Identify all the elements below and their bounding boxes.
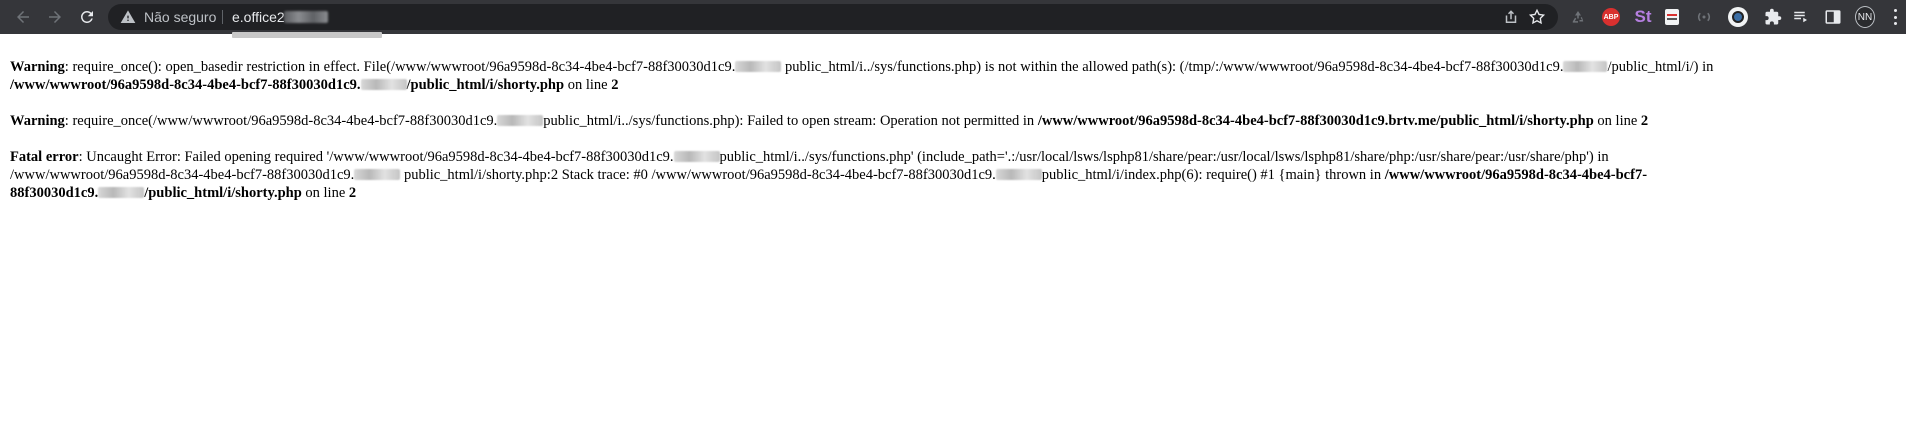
extension-st[interactable]: St bbox=[1633, 7, 1653, 27]
omnibox-divider bbox=[222, 10, 223, 24]
redaction bbox=[360, 79, 407, 90]
side-panel-button[interactable] bbox=[1823, 7, 1843, 27]
avatar-extension-icon bbox=[1728, 7, 1748, 27]
warning-triangle-icon[interactable] bbox=[120, 9, 136, 25]
warning-message-2: Warning: require_once(/www/wwwroot/96a95… bbox=[10, 113, 1649, 129]
redaction bbox=[497, 115, 544, 126]
reading-list-button[interactable] bbox=[1791, 7, 1811, 27]
extension-adblock-plus[interactable]: ABP bbox=[1601, 7, 1621, 27]
reload-button[interactable] bbox=[74, 4, 100, 30]
url-underline-redaction bbox=[232, 32, 382, 38]
redaction bbox=[673, 151, 720, 162]
extension-radio[interactable] bbox=[1694, 7, 1714, 27]
url-text[interactable]: e.office2 bbox=[232, 9, 285, 25]
st-icon: St bbox=[1634, 7, 1652, 26]
back-button[interactable] bbox=[10, 4, 36, 30]
notes-icon bbox=[1665, 9, 1679, 25]
reload-icon bbox=[80, 10, 93, 23]
url-redaction bbox=[284, 11, 328, 23]
security-status[interactable]: Não seguro bbox=[144, 9, 216, 25]
fatal-error-message: Fatal error: Uncaught Error: Failed open… bbox=[10, 149, 1648, 201]
warning-label: Warning bbox=[10, 113, 65, 129]
warning-label: Warning bbox=[10, 59, 65, 75]
extensions-menu-button[interactable] bbox=[1763, 7, 1783, 27]
redaction bbox=[995, 169, 1042, 180]
browser-toolbar: Não seguro e.office2 ABP St NN bbox=[0, 0, 1906, 38]
profile-avatar: NN bbox=[1855, 6, 1875, 28]
queue-icon bbox=[1794, 11, 1807, 23]
radio-icon bbox=[1697, 12, 1711, 22]
extension-notes[interactable] bbox=[1662, 7, 1682, 27]
kebab-menu-icon bbox=[1893, 9, 1897, 25]
redaction bbox=[735, 61, 782, 72]
share-icon[interactable] bbox=[1502, 8, 1520, 26]
extension-avatar[interactable] bbox=[1728, 7, 1748, 27]
bookmark-star-icon[interactable] bbox=[1528, 8, 1546, 26]
redaction bbox=[98, 187, 145, 198]
redaction bbox=[1563, 61, 1608, 72]
arrow-left-icon bbox=[17, 11, 29, 23]
recycle-icon bbox=[1572, 11, 1584, 23]
fatal-error-label: Fatal error bbox=[10, 149, 79, 165]
puzzle-icon bbox=[1765, 8, 1782, 25]
browser-menu-button[interactable] bbox=[1885, 7, 1905, 27]
page-content: Warning: require_once(): open_basedir re… bbox=[10, 58, 1900, 220]
side-panel-icon bbox=[1825, 10, 1841, 24]
redaction bbox=[354, 169, 401, 180]
arrow-right-icon bbox=[49, 11, 61, 23]
profile-button[interactable]: NN bbox=[1855, 6, 1875, 28]
warning-message-1: Warning: require_once(): open_basedir re… bbox=[10, 59, 1714, 93]
address-bar[interactable]: Não seguro e.office2 bbox=[108, 4, 1558, 30]
adblock-plus-icon: ABP bbox=[1602, 8, 1620, 26]
extension-recycle[interactable] bbox=[1568, 7, 1588, 27]
forward-button[interactable] bbox=[42, 4, 68, 30]
